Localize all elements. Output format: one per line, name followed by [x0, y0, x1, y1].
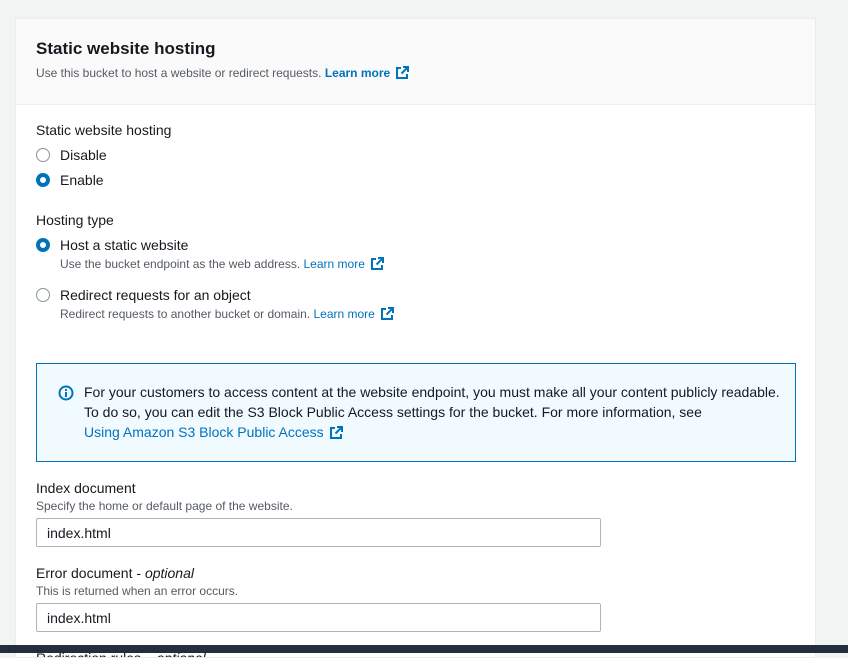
- radio-host-static-website[interactable]: Host a static website: [36, 237, 188, 253]
- host-static-website-description-text: Use the bucket endpoint as the web addre…: [60, 257, 301, 271]
- panel-title: Static website hosting: [36, 39, 216, 58]
- index-document-input[interactable]: [36, 518, 601, 547]
- block-public-access-label: Using Amazon S3 Block Public Access: [84, 424, 324, 440]
- hosting-label: Static website hosting: [36, 122, 172, 138]
- radio-button-disable[interactable]: [36, 148, 50, 162]
- host-static-learn-more-label: Learn more: [303, 257, 365, 271]
- learn-more-link[interactable]: Learn more: [324, 66, 410, 80]
- host-static-learn-more-link[interactable]: Learn more: [304, 257, 384, 271]
- radio-button-redirect-requests[interactable]: [36, 288, 50, 302]
- index-document-description: Specify the home or default page of the …: [36, 499, 293, 513]
- external-link-icon: [370, 257, 384, 270]
- host-static-website-description: Use the bucket endpoint as the web addre…: [60, 257, 384, 271]
- redirect-learn-more-label: Learn more: [313, 307, 375, 321]
- radio-label-host-static-website: Host a static website: [60, 237, 189, 253]
- static-website-hosting-panel: Static website hosting Use this bucket t…: [15, 18, 816, 658]
- redirect-requests-description-text: Redirect requests to another bucket or d…: [60, 307, 311, 321]
- error-document-description: This is returned when an error occurs.: [36, 584, 239, 598]
- radio-redirect-requests[interactable]: Redirect requests for an object: [36, 287, 251, 303]
- redirect-learn-more-link[interactable]: Learn more: [313, 307, 394, 321]
- redirect-requests-description: Redirect requests to another bucket or d…: [60, 307, 394, 321]
- bottom-bar: [0, 645, 848, 653]
- panel-header: Static website hosting Use this bucket t…: [16, 19, 815, 105]
- panel-description: Use this bucket to host a website or red…: [36, 66, 410, 80]
- radio-enable[interactable]: Enable: [36, 172, 104, 188]
- radio-label-enable: Enable: [60, 172, 104, 188]
- panel-description-text: Use this bucket to host a website or red…: [36, 66, 322, 80]
- learn-more-label: Learn more: [324, 66, 391, 80]
- alert-message: For your customers to access content at …: [84, 382, 784, 442]
- public-access-info-alert: For your customers to access content at …: [36, 363, 796, 462]
- alert-text: For your customers to access content at …: [84, 384, 780, 420]
- external-link-icon: [396, 66, 410, 79]
- radio-button-enable[interactable]: [36, 173, 50, 187]
- error-document-input[interactable]: [36, 603, 601, 632]
- radio-button-host-static-website[interactable]: [36, 238, 50, 252]
- error-document-label: Error document - optional: [36, 565, 194, 581]
- external-link-icon: [380, 307, 394, 320]
- index-document-label: Index document: [36, 480, 136, 496]
- error-document-label-text: Error document -: [36, 565, 145, 581]
- radio-label-disable: Disable: [60, 147, 107, 163]
- block-public-access-link[interactable]: Using Amazon S3 Block Public Access: [84, 424, 343, 440]
- radio-label-redirect-requests: Redirect requests for an object: [60, 287, 251, 303]
- info-icon: [58, 385, 74, 401]
- radio-disable[interactable]: Disable: [36, 147, 107, 163]
- hosting-type-label: Hosting type: [36, 212, 114, 228]
- error-document-optional: optional: [144, 565, 194, 581]
- external-link-icon: [329, 426, 343, 439]
